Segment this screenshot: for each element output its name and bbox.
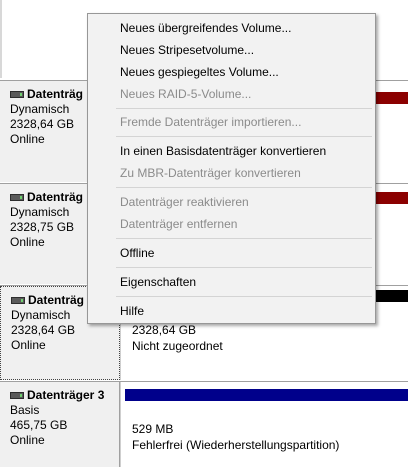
- menu-item-new-mirrored-volume[interactable]: Neues gespiegeltes Volume...: [120, 61, 279, 83]
- disk-status: Online: [11, 338, 46, 352]
- menu-item-import-foreign-disks[interactable]: Fremde Datenträger importieren...: [120, 111, 301, 133]
- menu-item-new-spanned-volume[interactable]: Neues übergreifendes Volume...: [120, 17, 291, 39]
- disk-icon: [10, 91, 24, 98]
- disk-type: Basis: [10, 403, 40, 417]
- menu-item-properties[interactable]: Eigenschaften: [120, 271, 196, 293]
- menu-separator: [116, 108, 372, 109]
- menu-item-new-raid5-volume[interactable]: Neues RAID-5-Volume...: [120, 83, 251, 105]
- disk-icon: [11, 297, 25, 304]
- menu-item-help[interactable]: Hilfe: [120, 300, 144, 322]
- menu-item-convert-to-basic[interactable]: In einen Basisdatenträger konvertieren: [120, 140, 326, 162]
- menu-item-offline[interactable]: Offline: [120, 242, 154, 264]
- menu-separator: [116, 296, 372, 297]
- menu-item-reactivate-disk[interactable]: Datenträger reaktivieren: [120, 191, 249, 213]
- menu-separator: [116, 238, 372, 239]
- partition-bar: [125, 389, 408, 401]
- partition-status: Fehlerfrei (Wiederherstellungspartition): [132, 438, 340, 452]
- menu-separator: [116, 136, 372, 137]
- disk-icon: [10, 392, 24, 399]
- partition-size: 529 MB: [132, 422, 174, 436]
- partition-size: 2328,64 GB: [132, 323, 197, 337]
- disk-size: 2328,64 GB: [11, 323, 76, 337]
- menu-item-remove-disk[interactable]: Datenträger entfernen: [120, 213, 237, 235]
- recovery-partition[interactable]: 529 MB Fehlerfrei (Wiederherstellungspar…: [125, 389, 408, 467]
- partition-status: Nicht zugeordnet: [132, 339, 223, 353]
- menu-separator: [116, 187, 372, 188]
- disk-label-row-4[interactable]: Datenträger 3 Basis 465,75 GB Online: [0, 382, 120, 467]
- left-edge: [0, 0, 2, 78]
- disk-context-menu: Neues übergreifendes Volume... Neues Str…: [87, 13, 376, 324]
- menu-item-new-striped-volume[interactable]: Neues Stripesetvolume...: [120, 39, 254, 61]
- disk-icon: [10, 194, 24, 201]
- menu-item-convert-to-mbr[interactable]: Zu MBR-Datenträger konvertieren: [120, 162, 301, 184]
- disk-status: Online: [10, 433, 45, 447]
- menu-separator: [116, 267, 372, 268]
- disk-name: Datenträger 3: [10, 388, 119, 403]
- disk-size: 465,75 GB: [10, 418, 68, 432]
